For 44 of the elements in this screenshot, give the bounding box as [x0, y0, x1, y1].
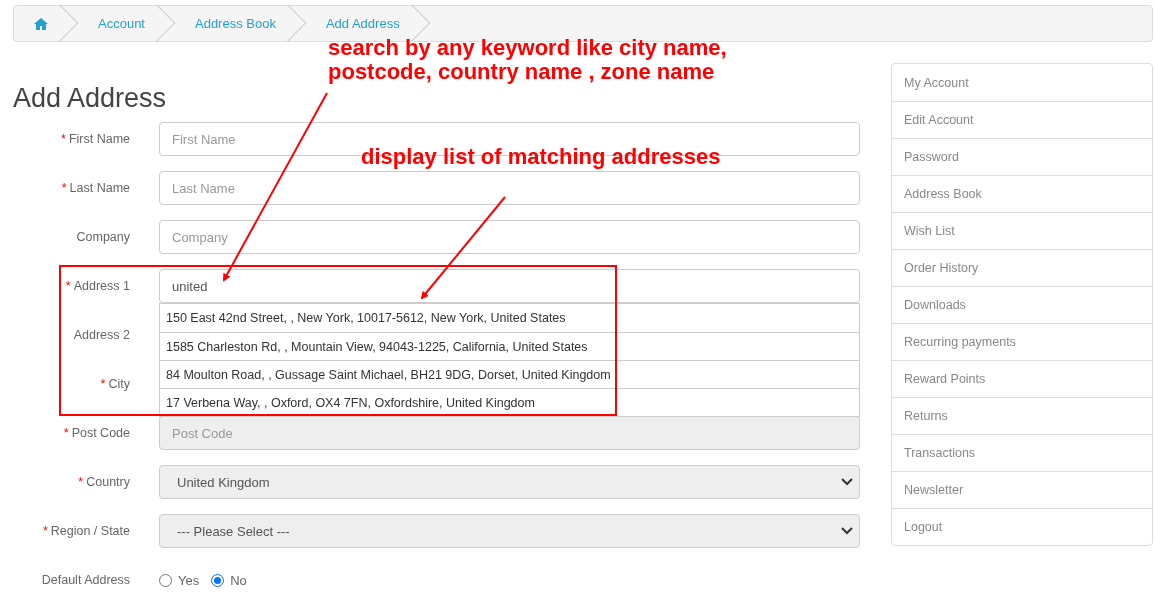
field-label: * Region / State [41, 524, 130, 538]
breadcrumb-link[interactable]: Account [98, 16, 145, 31]
chevron-down-icon [841, 527, 853, 535]
menu-item[interactable]: Newsletter [892, 471, 1152, 508]
field-label: * Country [77, 475, 130, 489]
field-label: Company [75, 230, 130, 244]
menu-item[interactable]: Transactions [892, 434, 1152, 471]
field-label: * City [99, 377, 130, 391]
breadcrumb-link[interactable]: Add Address [325, 16, 400, 31]
menu-item[interactable]: Password [892, 138, 1152, 175]
menu-item[interactable]: Recurring payments [892, 323, 1152, 360]
menu-item[interactable]: Address Book [892, 175, 1152, 212]
suggestion-item[interactable]: 1585 Charleston Rd, , Mountain View, 94043-1225, California, United States [160, 332, 859, 360]
menu-item[interactable]: Order History [892, 249, 1152, 286]
menu-item[interactable]: My Account [892, 64, 1152, 101]
text-field[interactable]: Post Code [159, 416, 860, 450]
radio-label: Yes [178, 572, 200, 588]
breadcrumb-link[interactable]: Address Book [195, 16, 276, 31]
suggestion-item[interactable]: 17 Verbena Way, , Oxford, OX4 7FN, Oxfordshire, United Kingdom [160, 388, 859, 416]
suggestion-item[interactable]: 84 Moulton Road, , Gussage Saint Michael, BH21 9DG, Dorset, United Kingdom [160, 360, 859, 388]
home-icon [34, 17, 48, 30]
suggestion-item[interactable]: 150 East 42nd Street, , New York, 10017-5612, New York, United States [160, 304, 859, 332]
field-label: * Last Name [60, 181, 130, 195]
radio-label: No [230, 572, 247, 588]
field-label: * Address 1 [64, 279, 130, 293]
menu-item[interactable]: Edit Account [892, 101, 1152, 138]
text-field[interactable]: Company [159, 220, 860, 254]
field-label: Address 2 [72, 328, 130, 342]
select-field[interactable]: --- Please Select --- [159, 514, 860, 548]
field-label: Default Address [40, 573, 130, 587]
menu-item[interactable]: Logout [892, 508, 1152, 545]
text-field[interactable]: Last Name [159, 171, 860, 205]
field-label: * Post Code [62, 426, 130, 440]
text-field[interactable]: united [159, 269, 860, 303]
menu-item[interactable]: Reward Points [892, 360, 1152, 397]
menu-item[interactable]: Returns [892, 397, 1152, 434]
field-label: * First Name [60, 132, 130, 146]
chevron-down-icon [841, 478, 853, 486]
home-link[interactable] [34, 17, 48, 30]
menu-item[interactable]: Downloads [892, 286, 1152, 323]
select-field[interactable]: United Kingdom [159, 465, 860, 499]
menu-item[interactable]: Wish List [892, 212, 1152, 249]
page-title: Add Address [13, 82, 167, 114]
annotation-text: search by any keyword like city name, postcode, country name , zone name [328, 36, 727, 84]
